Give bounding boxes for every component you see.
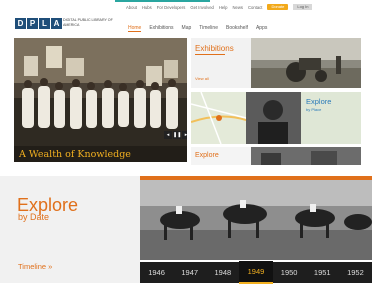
util-link-news[interactable]: News bbox=[233, 5, 243, 10]
logo-letter: A bbox=[51, 18, 62, 29]
prev-arrow-icon[interactable]: ◂ bbox=[164, 131, 172, 139]
portrait-photo bbox=[246, 92, 301, 144]
util-link-contact[interactable]: Contact bbox=[248, 5, 262, 10]
bottom-tile-title: Explore bbox=[195, 152, 219, 159]
logo-letter: P bbox=[27, 18, 38, 29]
nav-map[interactable]: Map bbox=[182, 25, 192, 32]
nav-timeline[interactable]: Timeline bbox=[199, 25, 218, 32]
year-1948[interactable]: 1948 bbox=[206, 262, 239, 283]
explore-tile-bottom[interactable]: Explore bbox=[191, 147, 361, 165]
suffragists-photo bbox=[14, 38, 187, 162]
year-1949[interactable]: 1949 bbox=[239, 261, 273, 284]
year-1952[interactable]: 1952 bbox=[339, 262, 372, 283]
hero-title[interactable]: A Wealth of Knowledge bbox=[19, 149, 131, 160]
explore-by-place-tile[interactable]: Explore by Place bbox=[191, 92, 361, 144]
hero-carousel[interactable]: ◂ ❚❚ ▸ A Wealth of Knowledge bbox=[14, 38, 187, 162]
util-link-help[interactable]: Help bbox=[219, 5, 228, 10]
explore-date-subtitle: by Date bbox=[18, 212, 50, 222]
pause-icon[interactable]: ❚❚ bbox=[173, 131, 181, 139]
donate-button[interactable]: Donate bbox=[267, 4, 289, 10]
util-link-hubs[interactable]: Hubs bbox=[142, 5, 152, 10]
year-1950[interactable]: 1950 bbox=[273, 262, 306, 283]
nav-home[interactable]: Home bbox=[128, 25, 142, 32]
bottom-tile-photo bbox=[251, 147, 361, 165]
logo-letter: L bbox=[39, 18, 50, 29]
year-1951[interactable]: 1951 bbox=[306, 262, 339, 283]
tractor-photo bbox=[251, 38, 361, 88]
year-1947[interactable]: 1947 bbox=[173, 262, 206, 283]
nav-bookshelf[interactable]: Bookshelf bbox=[226, 25, 248, 32]
nav-exhibitions[interactable]: Exhibitions bbox=[149, 25, 173, 32]
top-accent-strip bbox=[115, 0, 210, 2]
next-arrow-icon[interactable]: ▸ bbox=[182, 131, 187, 139]
year-1946[interactable]: 1946 bbox=[140, 262, 173, 283]
nav-apps[interactable]: Apps bbox=[256, 25, 267, 32]
section-divider bbox=[0, 166, 372, 176]
exhibitions-tile[interactable]: Exhibitions View all bbox=[191, 38, 361, 88]
exhibitions-view-all-link[interactable]: View all bbox=[195, 76, 209, 81]
exhibitions-underline bbox=[195, 54, 225, 55]
logo-subtitle: DIGITAL PUBLIC LIBRARY OF AMERICA bbox=[63, 18, 113, 27]
place-title: Explore bbox=[306, 97, 332, 106]
exhibitions-title: Exhibitions bbox=[195, 44, 234, 53]
dpla-logo[interactable]: D P L A bbox=[15, 18, 62, 29]
login-button[interactable]: Log In bbox=[293, 4, 313, 10]
main-nav: Home Exhibitions Map Timeline Bookshelf … bbox=[128, 25, 267, 32]
timeline-year-strip: 1946 1947 1948 1949 1950 1951 1952 bbox=[140, 261, 372, 284]
place-subtitle: by Place bbox=[306, 107, 322, 112]
horse-race-photo bbox=[140, 180, 372, 260]
utility-nav: About Hubs For Developers Get Involved H… bbox=[126, 3, 313, 11]
util-link-about[interactable]: About bbox=[126, 5, 137, 10]
util-link-get-involved[interactable]: Get Involved bbox=[190, 5, 214, 10]
timeline-link[interactable]: Timeline » bbox=[18, 262, 52, 271]
logo-letter: D bbox=[15, 18, 26, 29]
util-link-developers[interactable]: For Developers bbox=[157, 5, 186, 10]
